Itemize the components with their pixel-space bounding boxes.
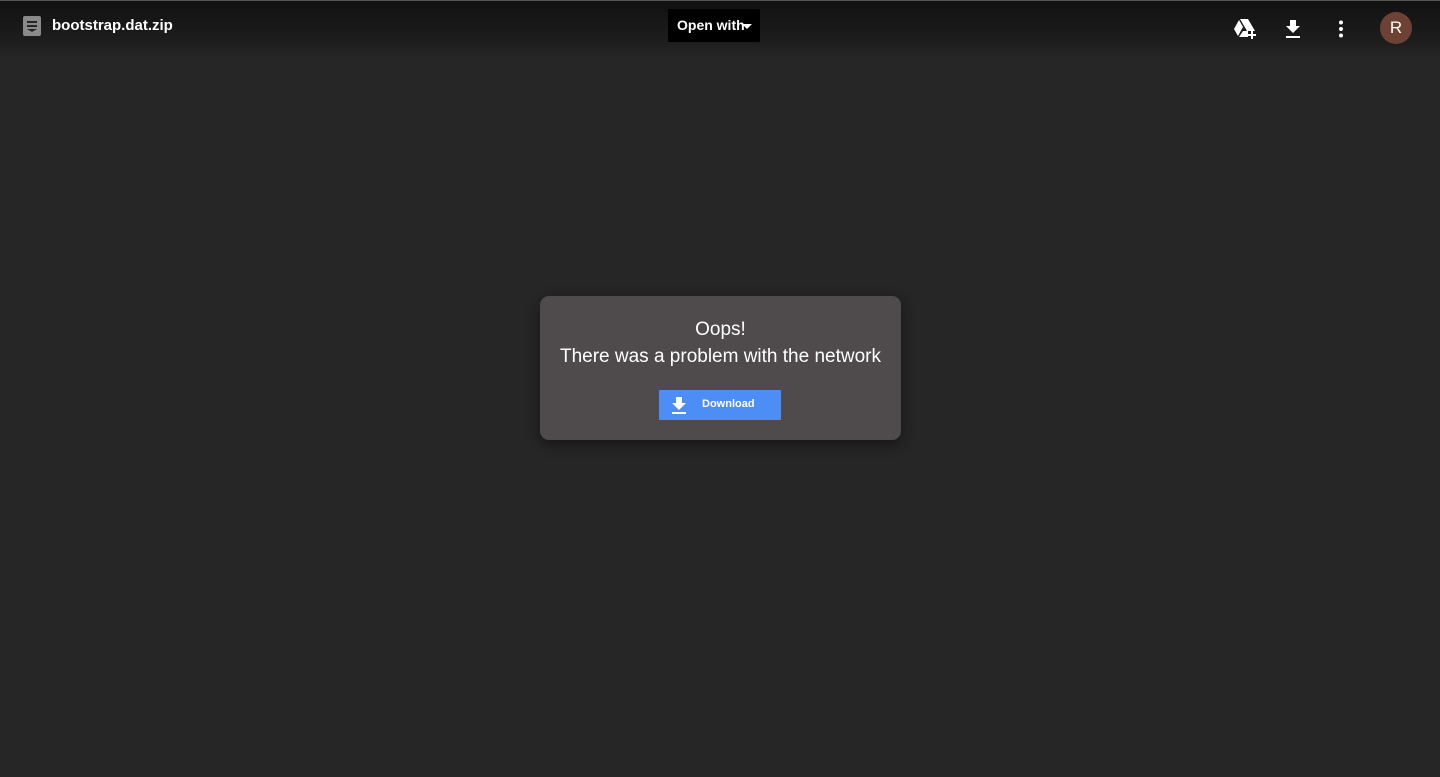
download-icon bbox=[672, 397, 686, 414]
error-title: Oops! bbox=[695, 319, 746, 340]
download-button[interactable] bbox=[1277, 13, 1309, 45]
more-vert-icon bbox=[1339, 20, 1343, 38]
more-options-button[interactable] bbox=[1325, 13, 1357, 45]
top-bar: bootstrap.dat.zip Open with R bbox=[0, 1, 1440, 57]
error-dialog: Oops! There was a problem with the netwo… bbox=[540, 296, 901, 440]
add-to-drive-icon bbox=[1234, 19, 1256, 39]
error-message: There was a problem with the network bbox=[559, 346, 882, 367]
open-with-button[interactable]: Open with bbox=[668, 9, 760, 42]
document-file-icon bbox=[23, 16, 41, 36]
open-with-label: Open with bbox=[677, 17, 745, 33]
file-viewer: bootstrap.dat.zip Open with R Oops! Ther… bbox=[0, 0, 1440, 777]
add-to-drive-button[interactable] bbox=[1229, 13, 1261, 45]
download-file-button[interactable]: Download bbox=[659, 390, 781, 420]
download-button-label: Download bbox=[702, 398, 755, 410]
caret-down-icon bbox=[742, 24, 752, 29]
download-icon bbox=[1286, 19, 1300, 38]
file-name: bootstrap.dat.zip bbox=[52, 17, 173, 34]
avatar[interactable]: R bbox=[1380, 12, 1412, 44]
